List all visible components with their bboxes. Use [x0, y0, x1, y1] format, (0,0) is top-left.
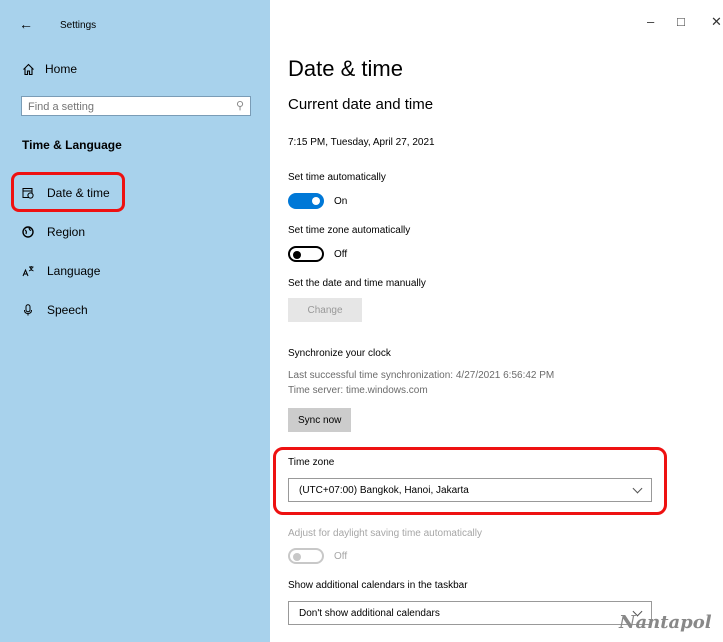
watermark: Nantapol	[619, 612, 712, 633]
set-tz-auto-toggle[interactable]	[288, 246, 324, 262]
sidebar-item-home[interactable]: Home	[22, 62, 77, 76]
main-pane: – □ ✕ Date & time Current date and time …	[270, 0, 723, 642]
calendars-value: Don't show additional calendars	[299, 607, 440, 619]
date-time-highlight	[11, 172, 125, 212]
language-icon	[22, 266, 34, 277]
microphone-icon	[24, 304, 32, 316]
change-button[interactable]: Change	[288, 298, 362, 322]
home-icon	[23, 63, 34, 75]
page-title: Date & time	[288, 56, 403, 81]
time-zone-highlight	[273, 447, 667, 515]
set-time-auto-state: On	[334, 196, 348, 207]
sidebar-item-language[interactable]: Language	[22, 264, 100, 278]
set-tz-auto-state: Off	[334, 249, 348, 260]
sidebar-item-label: Home	[45, 62, 78, 76]
sidebar-item-label: Speech	[47, 303, 88, 317]
dst-label: Adjust for daylight saving time automati…	[288, 528, 482, 539]
sidebar-item-label: Language	[47, 264, 101, 278]
back-icon[interactable]: ←	[19, 16, 33, 32]
manual-time-label: Set the date and time manually	[288, 278, 426, 289]
dst-toggle[interactable]	[288, 548, 324, 564]
sync-title: Synchronize your clock	[288, 348, 391, 359]
calendars-label: Show additional calendars in the taskbar	[288, 580, 468, 591]
set-tz-auto-label: Set time zone automatically	[288, 225, 411, 236]
current-datetime: 7:15 PM, Tuesday, April 27, 2021	[288, 137, 435, 148]
sidebar-item-region[interactable]: Region	[22, 225, 85, 239]
sync-now-button[interactable]: Sync now	[288, 408, 352, 432]
sidebar-item-speech[interactable]: Speech	[22, 303, 88, 317]
section-title: Current date and time	[288, 96, 434, 113]
set-time-auto-toggle[interactable]	[288, 193, 324, 209]
maximize-icon[interactable]: □	[677, 14, 685, 29]
calendars-select[interactable]: Don't show additional calendars	[288, 601, 652, 625]
search-input[interactable]	[22, 98, 228, 116]
dst-state: Off	[334, 551, 348, 562]
minimize-icon[interactable]: –	[647, 14, 654, 29]
set-time-auto-label: Set time automatically	[288, 172, 386, 183]
search-box[interactable]: ⚲	[21, 96, 251, 116]
sidebar-item-label: Region	[47, 225, 86, 239]
time-server-text: Time server: time.windows.com	[288, 385, 428, 396]
sidebar-section-title: Time & Language	[22, 138, 122, 152]
last-sync-text: Last successful time synchronization: 4/…	[288, 370, 555, 381]
search-icon[interactable]: ⚲	[236, 99, 244, 112]
close-icon[interactable]: ✕	[711, 14, 722, 30]
globe-icon	[22, 226, 34, 238]
sidebar: ← Settings Home ⚲ Time & Language Date &…	[0, 0, 270, 642]
window-title: Settings	[60, 20, 97, 31]
